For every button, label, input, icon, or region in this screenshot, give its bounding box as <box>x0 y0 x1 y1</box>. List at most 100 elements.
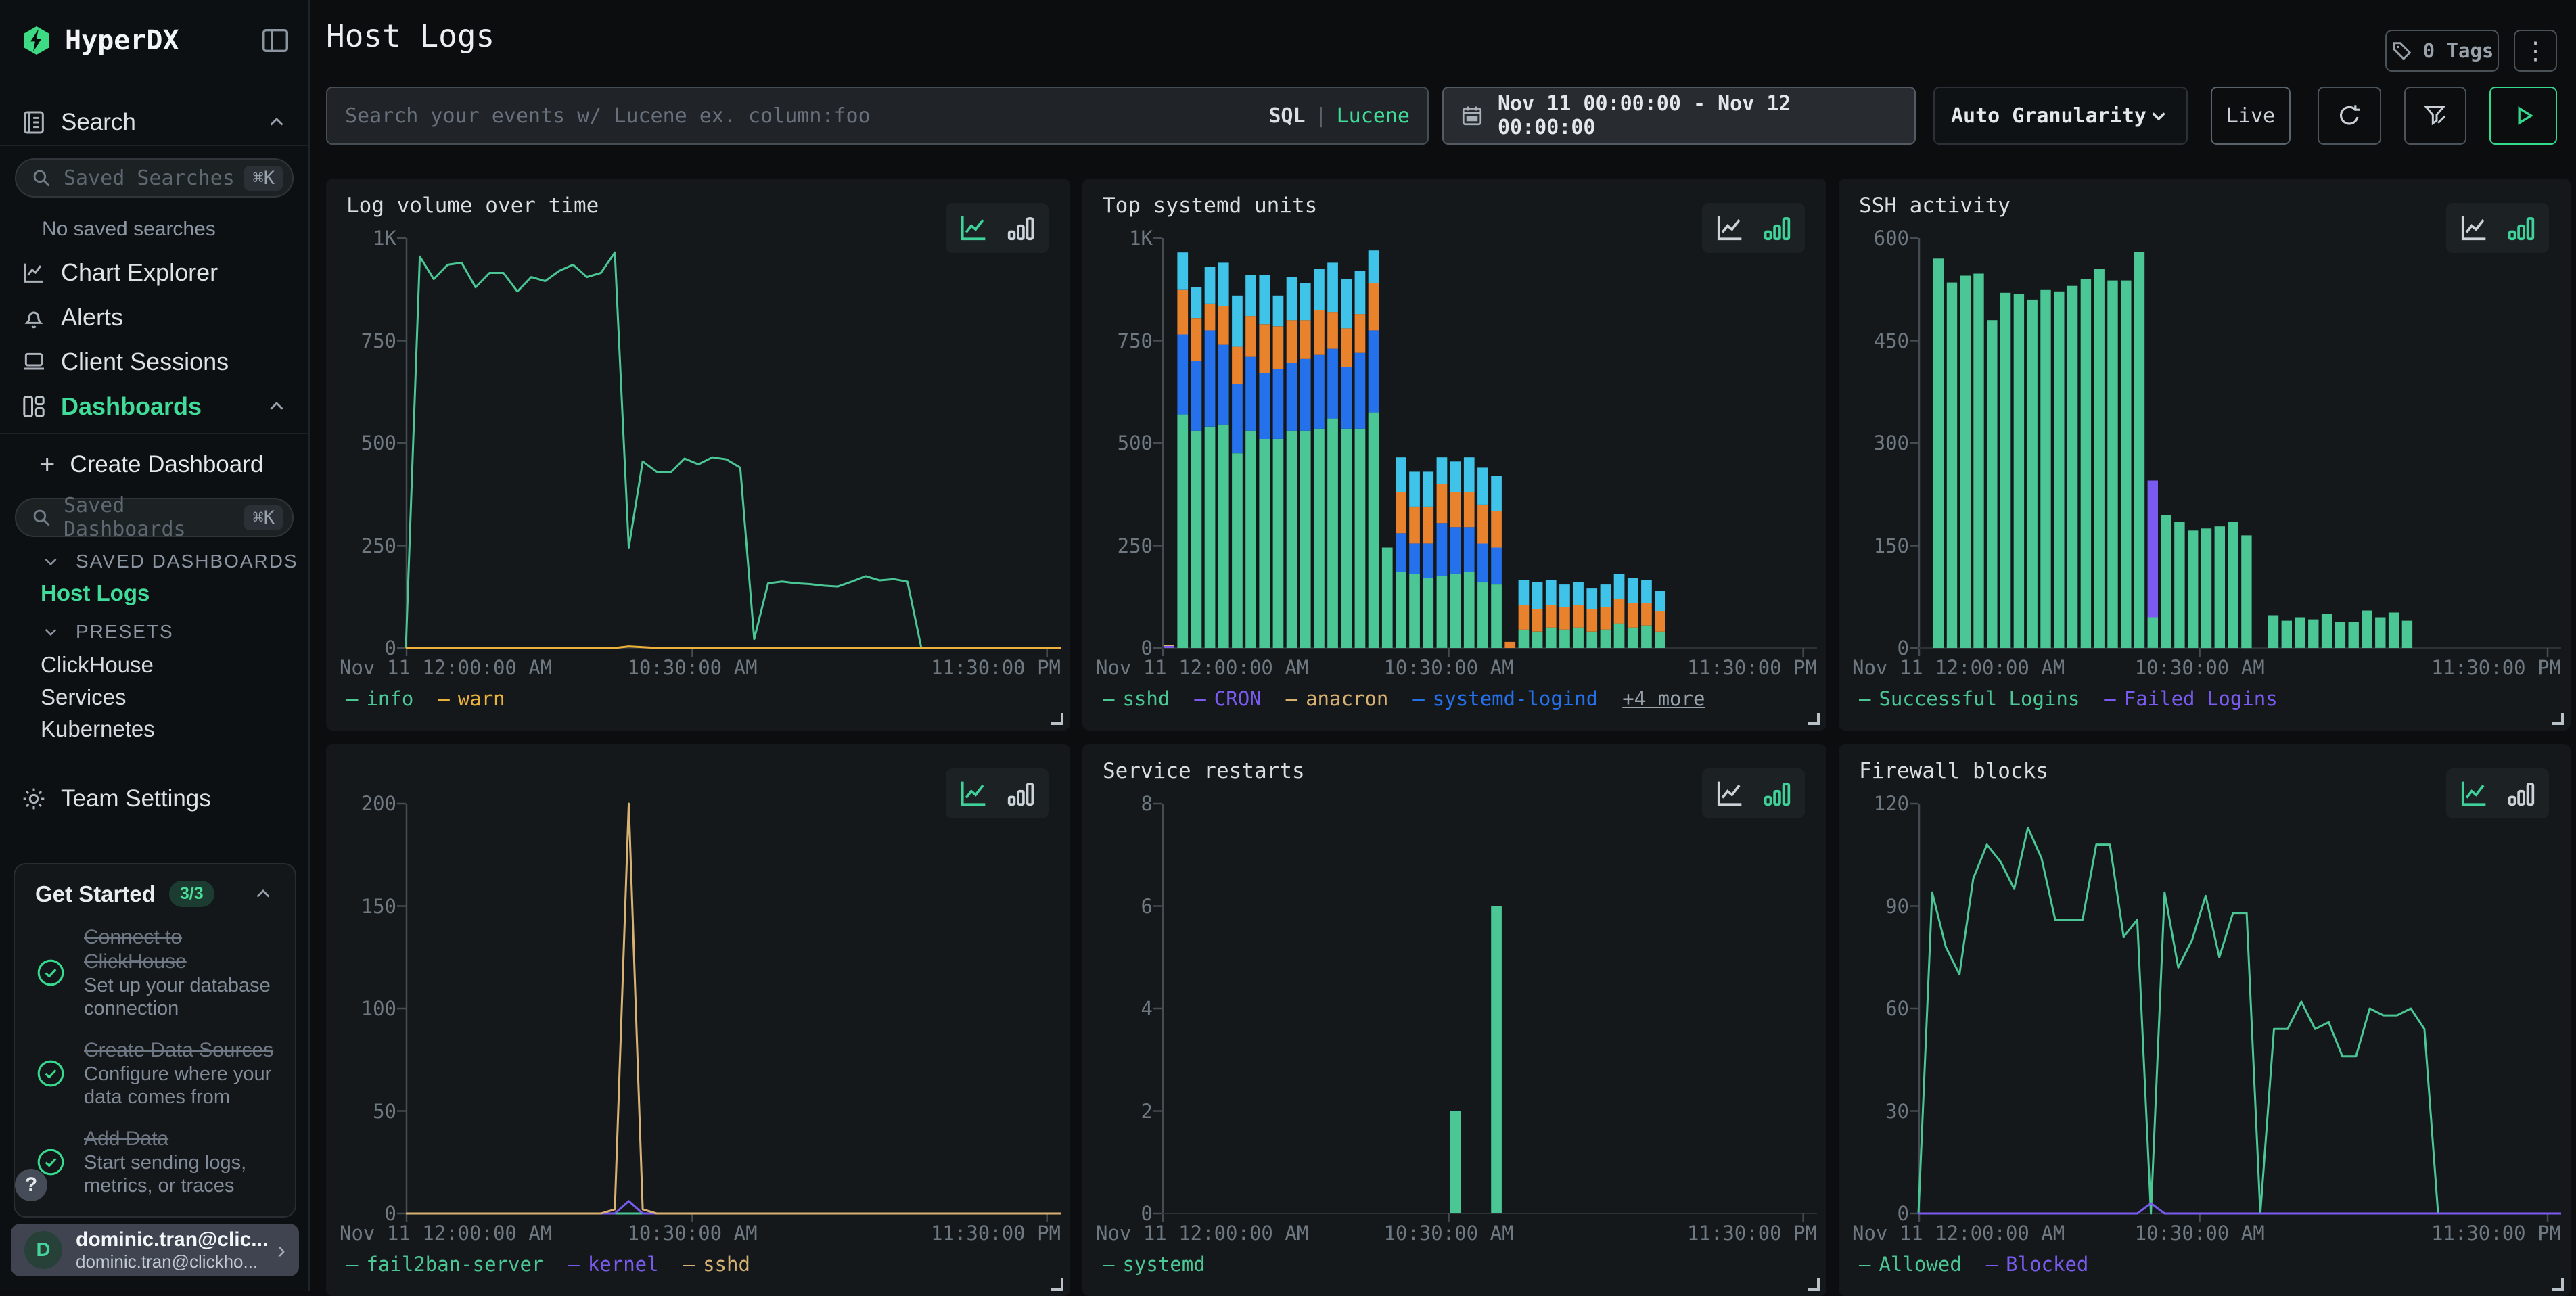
legend-item[interactable]: —Successful Logins <box>1859 687 2079 710</box>
sidebar-collapse-icon[interactable] <box>260 25 291 56</box>
panel-title: Firewall blocks <box>1859 759 2048 783</box>
date-range-input[interactable]: Nov 11 00:00:00 - Nov 12 00:00:00 <box>1442 87 1916 145</box>
sql-toggle[interactable]: SQL <box>1268 104 1305 128</box>
x-axis-labels: Nov 11 12:00:00 AM10:30:00 AM11:30:00 PM <box>1852 1222 2561 1247</box>
legend-item[interactable]: —warn <box>438 687 505 710</box>
shortcut-badge: ⌘K <box>244 166 283 191</box>
saved-searches-placeholder: Saved Searches <box>64 166 244 190</box>
chevron-up-icon[interactable] <box>265 395 288 418</box>
event-search-input[interactable]: Search your events w/ Lucene ex. column:… <box>326 87 1429 145</box>
panel-top-systemd-units: Top systemd units 02505007501K Nov 11 12… <box>1082 179 1826 731</box>
sidebar-item-alerts[interactable]: Alerts <box>0 296 308 338</box>
legend-item[interactable]: —systemd-logind <box>1412 687 1598 710</box>
chevron-down-icon <box>2147 104 2170 127</box>
y-axis-labels: 02505007501K <box>326 238 396 648</box>
live-button[interactable]: Live <box>2211 87 2291 145</box>
sidebar-item-host-logs[interactable]: Host Logs <box>41 580 150 606</box>
main-content: Host Logs 0 Tags ⋮ Search your events w/… <box>310 0 2576 1291</box>
lucene-toggle[interactable]: Lucene <box>1337 104 1410 128</box>
y-tick-label: 120 <box>1874 793 1909 814</box>
chart-plot[interactable] <box>406 804 1061 1213</box>
chart-plot[interactable] <box>406 238 1061 648</box>
x-tick-label: 11:30:00 PM <box>1687 1222 1817 1245</box>
sidebar-item-clickhouse[interactable]: ClickHouse <box>41 652 154 678</box>
legend-item[interactable]: —Blocked <box>1986 1253 2089 1276</box>
y-tick-label: 1K <box>373 227 396 249</box>
x-tick-label: 10:30:00 AM <box>1383 656 1513 679</box>
legend-item[interactable]: —Failed Logins <box>2104 687 2277 710</box>
chevron-up-icon[interactable] <box>265 111 288 134</box>
y-axis-labels: 0306090120 <box>1839 804 1909 1213</box>
query-language-toggle[interactable]: SQL|Lucene <box>1268 104 1410 128</box>
legend-item[interactable]: —sshd <box>1103 687 1170 710</box>
granularity-select[interactable]: Auto Granularity <box>1933 87 2188 145</box>
presets-header[interactable]: PRESETS <box>41 621 174 643</box>
dashboards-grid-icon <box>20 393 47 420</box>
saved-dashboards-header[interactable]: SAVED DASHBOARDS <box>41 551 298 572</box>
legend-item[interactable]: —Allowed <box>1859 1253 1962 1276</box>
sidebar-item-team-settings[interactable]: Team Settings <box>0 781 308 817</box>
chart-plot[interactable] <box>1162 804 1817 1213</box>
help-button[interactable]: ? <box>15 1169 47 1201</box>
gear-icon <box>20 785 47 812</box>
x-tick-label: 11:30:00 PM <box>931 656 1061 679</box>
legend-item[interactable]: —systemd <box>1103 1253 1205 1276</box>
chevron-up-icon[interactable] <box>252 883 275 906</box>
sidebar-item-chart-explorer[interactable]: Chart Explorer <box>0 252 308 294</box>
chevron-down-icon <box>41 622 61 642</box>
check-circle-icon <box>35 957 66 988</box>
x-axis-labels: Nov 11 12:00:00 AM10:30:00 AM11:30:00 PM <box>340 1222 1061 1247</box>
sidebar-item-services[interactable]: Services <box>41 685 127 710</box>
x-tick-label: 11:30:00 PM <box>931 1222 1061 1245</box>
chart-plot[interactable] <box>1162 238 1817 648</box>
legend-item[interactable]: —kernel <box>568 1253 658 1276</box>
tags-button[interactable]: 0 Tags <box>2385 30 2499 72</box>
x-tick-label: Nov 11 12:00:00 AM <box>1096 656 1308 679</box>
saved-searches-input[interactable]: Saved Searches ⌘K <box>15 158 294 198</box>
chart-plot[interactable] <box>1918 804 2561 1213</box>
get-started-progress-badge: 3/3 <box>169 881 214 907</box>
saved-dashboards-input[interactable]: Saved Dashboards ⌘K <box>15 498 294 537</box>
y-tick-label: 750 <box>1118 330 1153 352</box>
chart-plot[interactable] <box>1918 238 2561 648</box>
legend-item[interactable]: —anacron <box>1286 687 1389 710</box>
x-tick-label: 11:30:00 PM <box>1687 656 1817 679</box>
y-tick-label: 600 <box>1874 227 1909 249</box>
get-started-item-connect[interactable]: Connect to ClickHouse Set up your databa… <box>35 925 275 1020</box>
y-axis-labels: 02468 <box>1082 804 1153 1213</box>
panel-title: Top systemd units <box>1103 193 1317 218</box>
user-menu[interactable]: D dominic.tran@clic... dominic.tran@clic… <box>11 1224 299 1276</box>
y-tick-label: 200 <box>361 793 396 814</box>
create-dashboard-button[interactable]: + Create Dashboard <box>39 448 263 482</box>
sidebar-item-kubernetes[interactable]: Kubernetes <box>41 716 155 742</box>
sidebar-item-dashboards[interactable]: Dashboards <box>0 386 308 427</box>
filter-button[interactable] <box>2404 87 2466 145</box>
user-email-secondary: dominic.tran@clickho... <box>76 1251 277 1272</box>
date-range-value: Nov 11 00:00:00 - Nov 12 00:00:00 <box>1498 92 1898 139</box>
run-query-button[interactable] <box>2489 87 2557 145</box>
legend-item[interactable]: —CRON <box>1194 687 1261 710</box>
y-tick-label: 2 <box>1141 1101 1153 1122</box>
chart-legend: —systemd <box>1103 1253 1205 1276</box>
plus-icon: + <box>39 450 55 480</box>
divider <box>0 145 308 146</box>
y-tick-label: 250 <box>361 535 396 557</box>
get-started-item-add-data[interactable]: Add Data Start sending logs, metrics, or… <box>35 1127 275 1197</box>
filter-edit-icon <box>2422 102 2449 129</box>
legend-item[interactable]: —info <box>346 687 413 710</box>
x-tick-label: 10:30:00 AM <box>627 656 757 679</box>
refresh-button[interactable] <box>2318 87 2381 145</box>
refresh-icon <box>2336 102 2363 129</box>
sidebar-item-client-sessions[interactable]: Client Sessions <box>0 341 308 383</box>
kebab-menu-button[interactable]: ⋮ <box>2514 30 2557 72</box>
user-email-primary: dominic.tran@clic... <box>76 1228 277 1251</box>
legend-item[interactable]: —fail2ban-server <box>346 1253 543 1276</box>
legend-item[interactable]: —sshd <box>683 1253 750 1276</box>
legend-more-link[interactable]: +4 more <box>1622 687 1705 710</box>
sidebar-section-search[interactable]: Search <box>0 101 308 143</box>
granularity-value: Auto Granularity <box>1951 104 2147 128</box>
play-icon <box>2510 102 2537 129</box>
divider <box>0 433 308 434</box>
get-started-item-sources[interactable]: Create Data Sources Configure where your… <box>35 1038 275 1109</box>
y-tick-label: 150 <box>361 896 396 917</box>
